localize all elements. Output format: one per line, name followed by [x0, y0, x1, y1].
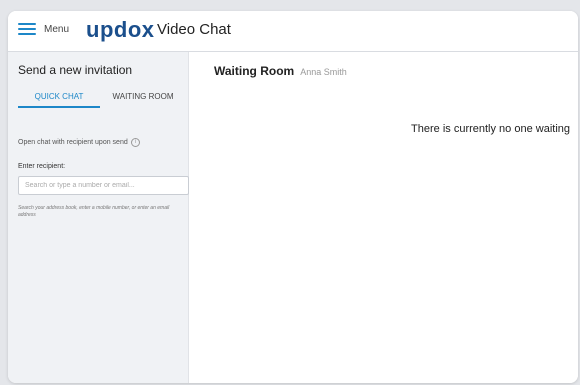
menu-button[interactable]: Menu [18, 23, 69, 36]
menu-label: Menu [44, 24, 70, 35]
sidebar-title: Send a new invitation [18, 63, 133, 77]
open-chat-label: Open chat with recipient upon send [18, 139, 128, 146]
tab-waiting-room[interactable]: WAITING ROOM [102, 90, 184, 106]
recipient-hint: Search your address book, enter a mobile… [18, 205, 170, 218]
header: Menu updox Video Chat [8, 11, 578, 52]
empty-waiting-message: There is currently no one waiting [411, 123, 570, 135]
invitation-tabs: QUICK CHAT WAITING ROOM [8, 90, 188, 108]
waiting-room-title: Waiting Room [214, 64, 295, 78]
recipient-label: Enter recipient: [18, 163, 66, 170]
updox-logo: updox [86, 17, 155, 42]
app-window: Menu updox Video Chat Send a new invitat… [8, 11, 578, 383]
main-panel: Waiting Room Anna Smith There is current… [189, 52, 578, 383]
app-title: Video Chat [157, 21, 231, 38]
tab-quick-chat[interactable]: QUICK CHAT [18, 90, 100, 108]
waiting-room-heading: Waiting Room Anna Smith [214, 64, 347, 78]
recipient-input[interactable] [18, 176, 189, 195]
sidebar: Send a new invitation QUICK CHAT WAITING… [8, 52, 189, 383]
waiting-room-user: Anna Smith [300, 67, 347, 77]
hamburger-icon [18, 23, 36, 36]
info-icon[interactable]: i [130, 138, 140, 147]
open-chat-option[interactable]: Open chat with recipient upon send i [18, 138, 140, 147]
